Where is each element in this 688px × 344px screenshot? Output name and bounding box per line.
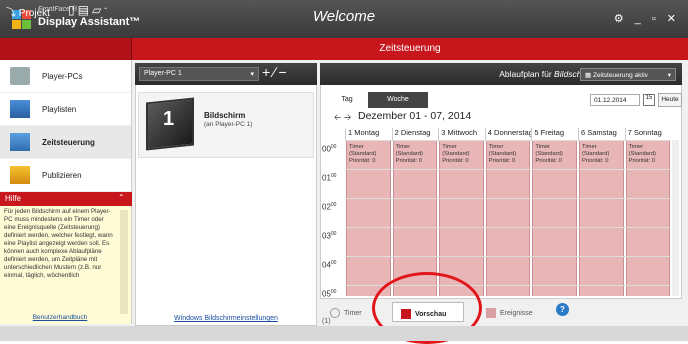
sidebar-item-label: Zeitsteuerung (42, 138, 95, 147)
sidebar-item-player-pcs[interactable]: Player-PCs (0, 60, 131, 93)
hour-label: 0400 (322, 260, 337, 270)
player-pc-icon (10, 67, 30, 85)
playlist-icon (10, 100, 30, 118)
windows-display-settings-link[interactable]: Windows Bildschirmeinstellungen (135, 315, 317, 322)
schedule-entry-text: Timer (628, 144, 644, 150)
calendar-clock-icon (10, 133, 30, 151)
week-range: Dezember 01 - 07, 2014 (358, 110, 472, 122)
day-header: 1 Montag (345, 128, 392, 140)
hour-gridline (345, 140, 671, 141)
schedule-entry-text: Timer (442, 144, 457, 150)
sidebar-item-publizieren[interactable]: Publizieren (0, 159, 131, 192)
day-header: 4 Donnerstag (484, 128, 531, 140)
player-select-value: Player-PC 1 (144, 70, 182, 77)
calendar-picker-icon[interactable]: 15 (643, 94, 655, 106)
help-scrollbar[interactable] (120, 210, 128, 314)
schedule-entry-text: (Standard) (582, 151, 610, 157)
day-header: 2 Dienstag (391, 128, 439, 140)
tab-timer[interactable]: Timer (1) (322, 302, 372, 325)
tab-day[interactable]: Tag (332, 92, 362, 108)
hour-gridline (345, 198, 671, 199)
save-icon[interactable]: ▤ (78, 3, 92, 17)
project-icon: ⤵ (6, 8, 16, 19)
schedule-entry-text: (Standard) (535, 151, 563, 157)
schedule-entry-text: Priorität: 0 (349, 158, 376, 164)
tab-week[interactable]: Woche (368, 92, 428, 108)
day-header: 7 Sonntag (624, 128, 672, 140)
week-nav: 🡠 🡢 (334, 110, 351, 126)
hour-gridline (345, 169, 671, 170)
open-folder-icon[interactable]: ▱ (92, 3, 104, 17)
hour-gridline (345, 256, 671, 257)
schedule-entry-text: Priorität: 0 (582, 158, 609, 164)
hour-gridline (345, 227, 671, 228)
section-title: Zeitsteuerung (379, 43, 441, 54)
chevron-down-icon[interactable]: ˇ (104, 7, 110, 16)
project-menu[interactable] (0, 38, 132, 60)
today-button[interactable]: Heute (658, 93, 682, 107)
add-icon[interactable]: + (262, 64, 273, 80)
player-select[interactable]: Player-PC 1 ▾ (139, 67, 259, 81)
schedule-entry-text: (Standard) (442, 151, 470, 157)
schedule-status-value: Zeitsteuerung aktiv (592, 72, 648, 79)
schedule-entry-text: Priorität: 0 (395, 158, 423, 164)
dropdown-arrow-icon: ▾ (667, 72, 671, 79)
dropdown-arrow-icon: ▾ (250, 71, 254, 78)
hour-label: 0100 (322, 173, 337, 183)
events-icon (486, 308, 496, 318)
new-file-icon[interactable]: ▯ (68, 3, 78, 17)
schedule-status-select[interactable]: ▦ Zeitsteuerung aktiv ▾ (580, 68, 676, 81)
status-bar (0, 326, 688, 341)
date-input[interactable]: 01.12.2014 (590, 94, 640, 106)
project-menu-label[interactable]: ⤵ Projekt (6, 4, 50, 19)
schedule-entry-text: Priorität: 0 (442, 158, 469, 164)
schedule-entry-text: Timer (582, 144, 597, 150)
remove-icon[interactable]: − (279, 64, 290, 80)
hour-label: 0300 (322, 231, 337, 241)
day-header: 5 Freitag (531, 128, 578, 140)
next-week-icon[interactable]: 🡢 (344, 112, 351, 122)
player-tools: +∕− (262, 64, 290, 80)
schedule-entry-text: Priorität: 0 (488, 158, 516, 164)
user-manual-link[interactable]: Benutzerhandbuch (0, 314, 120, 321)
schedule-entry-text: Priorität: 0 (628, 158, 656, 164)
sidebar-nav: Player-PCs Playlisten Zeitsteuerung Publ… (0, 60, 132, 192)
sidebar-item-label: Playlisten (42, 105, 77, 114)
schedule-entry-text: (Standard) (349, 151, 377, 157)
schedule-entry-text: Timer (349, 144, 364, 150)
screen-number: 1 (163, 108, 175, 130)
prev-week-icon[interactable]: 🡠 (334, 112, 341, 122)
sidebar-item-label: Player-PCs (42, 72, 83, 81)
schedule-entry-text: Timer (395, 144, 411, 150)
window-controls[interactable]: ⚙ _ ▫ ✕ (614, 12, 680, 25)
sidebar-item-zeitsteuerung[interactable]: Zeitsteuerung (0, 126, 131, 159)
schedule-entry-text: (Standard) (628, 151, 656, 157)
day-header: 3 Mittwoch (438, 128, 485, 140)
help-icon[interactable]: ? (556, 303, 569, 316)
schedule-entry-text: Timer (535, 144, 550, 150)
timer-icon (330, 308, 340, 318)
sidebar-item-label: Publizieren (42, 171, 82, 180)
day-header: 6 Samstag (578, 128, 625, 140)
help-text: Für jeden Bildschirm auf einem Player-PC… (4, 208, 113, 279)
calendar-icon: ▦ (585, 72, 592, 79)
schedule-scrollbar[interactable] (672, 140, 679, 296)
hour-label: 0000 (322, 144, 337, 154)
hour-label: 0200 (322, 202, 337, 212)
publish-icon (10, 166, 30, 184)
schedule-entry-text: (Standard) (488, 151, 517, 157)
schedule-entry-text: (Standard) (395, 151, 423, 157)
sidebar-item-playlisten[interactable]: Playlisten (0, 93, 131, 126)
screen-name: Bildschirm (204, 111, 246, 120)
app-window: FrontFace ® Display Assistant™ Welcome ⚙… (0, 0, 688, 344)
schedule-title: Ablaufplan für Bildschirm (1) (499, 69, 606, 79)
screen-subtitle: (an Player-PC 1) (204, 121, 253, 128)
schedule-entry-text: Timer (488, 144, 504, 150)
project-toolbar[interactable]: ▯▤▱ˇ (68, 3, 110, 17)
schedule-entry-text: Priorität: 0 (535, 158, 562, 164)
help-title: Hilfe (5, 194, 22, 203)
collapse-icon[interactable]: ⌃ (118, 193, 125, 202)
tab-events[interactable]: Ereignisse (478, 302, 542, 322)
